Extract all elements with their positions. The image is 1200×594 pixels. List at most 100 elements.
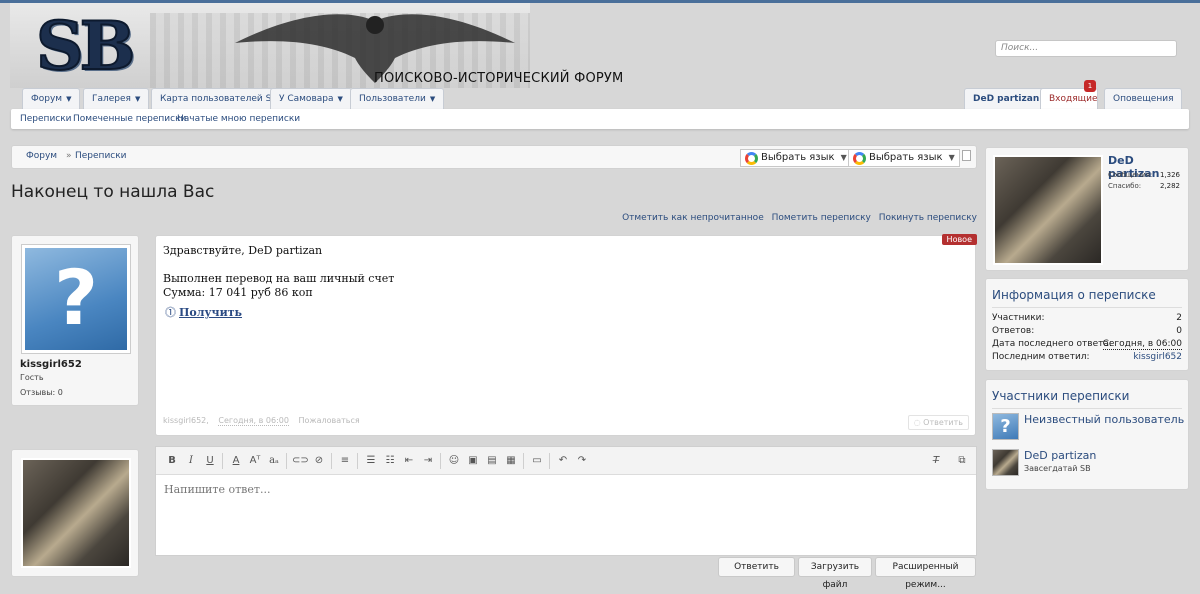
- conversation-info-heading: Информация о переписке: [992, 288, 1156, 302]
- upload-file-button[interactable]: Загрузить файл: [798, 557, 872, 590]
- info-label: Дата последнего ответа:: [992, 339, 1112, 349]
- reply-label: Ответить: [923, 418, 963, 427]
- avatar[interactable]: [993, 155, 1103, 265]
- tab-user-map[interactable]: Карта пользователей SB: [151, 88, 287, 109]
- toggle-bbcode-icon[interactable]: ⧉: [954, 453, 970, 469]
- info-row: Дата последнего ответа: Сегодня, в 06:00: [992, 339, 1182, 350]
- author-name[interactable]: kissgirl652: [20, 359, 82, 370]
- text-color-icon[interactable]: A: [228, 453, 244, 469]
- mark-unread-link[interactable]: Отметить как непрочитанное: [622, 213, 764, 223]
- subnav-starred[interactable]: Помеченные переписки: [73, 114, 186, 124]
- star-conversation-link[interactable]: Пометить переписку: [772, 213, 871, 223]
- chevron-down-icon: ▼: [66, 95, 72, 103]
- smiley-icon[interactable]: ☺: [446, 453, 462, 469]
- dropdown-arrow-icon: ▼: [948, 153, 955, 162]
- message-body: Здравствуйте, DeD partizan Выполнен пере…: [163, 244, 395, 299]
- subnav-started[interactable]: Начатые мною переписки: [177, 114, 300, 124]
- advanced-mode-button[interactable]: Расширенный режим...: [875, 557, 976, 590]
- link-icon: ⓵: [165, 306, 176, 319]
- participant-role: Завсегдатай SB: [1024, 464, 1091, 473]
- translate-select[interactable]: Выбрать язык ▼: [740, 149, 852, 167]
- reply-button[interactable]: ◌ Ответить: [907, 415, 969, 430]
- font-family-icon[interactable]: aₐ: [266, 453, 282, 469]
- unknown-user-icon: ?: [25, 248, 127, 350]
- conversation-actions: Отметить как непрочитанное Пометить пере…: [617, 213, 977, 223]
- image-icon[interactable]: ▣: [465, 453, 481, 469]
- participant-name[interactable]: Неизвестный пользователь: [1024, 413, 1184, 426]
- chevron-down-icon: ▼: [337, 95, 343, 103]
- new-badge: Новое: [941, 234, 977, 245]
- divider: [992, 408, 1182, 409]
- toolbar-divider: [286, 453, 287, 469]
- site-logo[interactable]: SB: [35, 6, 191, 86]
- search-input[interactable]: Поиск...: [995, 40, 1177, 57]
- info-value: Сегодня, в 06:00: [1102, 339, 1182, 350]
- receive-link[interactable]: ⓵ Получить: [165, 304, 242, 320]
- reply-input[interactable]: Напишите ответ...: [164, 483, 270, 496]
- font-size-icon[interactable]: Aᵀ: [247, 453, 263, 469]
- conversation-info-panel: Информация о переписке Участники: 2 Отве…: [985, 278, 1189, 371]
- meta-time[interactable]: Сегодня, в 06:00: [218, 416, 289, 426]
- italic-icon[interactable]: I: [183, 453, 199, 469]
- save-draft-icon[interactable]: ▭: [529, 453, 545, 469]
- media-icon[interactable]: ▤: [484, 453, 500, 469]
- meta-author[interactable]: kissgirl652,: [163, 416, 209, 425]
- underline-icon[interactable]: U: [202, 453, 218, 469]
- reply-editor: B I U A Aᵀ aₐ ⊂⊃ ⊘ ≡ ☰ ☷ ⇤ ⇥ ☺ ▣ ▤ ▦ ▭ ↶…: [155, 446, 977, 556]
- tab-samovar[interactable]: У Самовара ▼: [270, 88, 352, 109]
- message-content: Новое Здравствуйте, DeD partizan Выполне…: [155, 234, 977, 436]
- avatar: [992, 449, 1019, 476]
- tab-users[interactable]: Пользователи ▼: [350, 88, 445, 109]
- avatar[interactable]: ?: [21, 244, 131, 354]
- undo-icon[interactable]: ↶: [555, 453, 571, 469]
- site-title: ПОИСКОВО-ИСТОРИЧЕСКИЙ ФОРУМ: [374, 71, 624, 86]
- messages-value: 1,326: [1159, 171, 1180, 179]
- redo-icon[interactable]: ↷: [574, 453, 590, 469]
- numbered-list-icon[interactable]: ☷: [382, 453, 398, 469]
- google-icon: [745, 152, 758, 165]
- insert-icon[interactable]: ▦: [503, 453, 519, 469]
- report-link[interactable]: Пожаловаться: [299, 416, 360, 425]
- dropdown-arrow-icon: ▼: [840, 153, 847, 162]
- inbox-count-badge: 1: [1084, 80, 1096, 92]
- tab-forum[interactable]: Форум ▼: [22, 88, 81, 109]
- unlink-icon[interactable]: ⊘: [311, 453, 327, 469]
- submit-reply-button[interactable]: Ответить: [718, 557, 795, 577]
- tab-gallery[interactable]: Галерея ▼: [83, 88, 150, 109]
- toolbar-divider: [357, 453, 358, 469]
- avatar[interactable]: [21, 458, 131, 568]
- tab-label: DeD partizan: [973, 94, 1040, 104]
- link-icon[interactable]: ⊂⊃: [292, 453, 309, 469]
- translate-select[interactable]: Выбрать язык ▼: [848, 149, 960, 167]
- breadcrumb-conversations[interactable]: Переписки: [75, 151, 127, 161]
- toolbar-divider: [523, 453, 524, 469]
- align-icon[interactable]: ≡: [337, 453, 353, 469]
- bullet-list-icon[interactable]: ☰: [363, 453, 379, 469]
- outdent-icon[interactable]: ⇤: [401, 453, 417, 469]
- last-replier-link[interactable]: kissgirl652: [1133, 352, 1182, 362]
- toolbar-divider: [549, 453, 550, 469]
- tab-label: Входящие: [1049, 94, 1098, 104]
- toolbar-divider: [331, 453, 332, 469]
- info-row: Участники: 2: [992, 313, 1182, 323]
- thanks-value: 2,282: [1159, 182, 1180, 190]
- remove-format-icon[interactable]: T̶: [928, 453, 944, 469]
- indent-icon[interactable]: ⇥: [420, 453, 436, 469]
- tab-alerts[interactable]: Оповещения: [1104, 88, 1183, 109]
- bold-icon[interactable]: B: [164, 453, 180, 469]
- chevron-down-icon: ▼: [134, 95, 141, 103]
- toolbar-divider: [222, 453, 223, 469]
- message-meta: kissgirl652, Сегодня, в 06:00 Пожаловать…: [163, 416, 367, 426]
- subnav-conversations[interactable]: Переписки: [20, 114, 72, 124]
- editor-toolbar: B I U A Aᵀ aₐ ⊂⊃ ⊘ ≡ ☰ ☷ ⇤ ⇥ ☺ ▣ ▤ ▦ ▭ ↶…: [156, 447, 976, 475]
- participant-name[interactable]: DeD partizan: [1024, 449, 1096, 462]
- document-icon[interactable]: [962, 150, 971, 161]
- site-header: SB ПОИСКОВО-ИСТОРИЧЕСКИЙ ФОРУМ Поиск...: [0, 3, 1200, 88]
- breadcrumb-forum[interactable]: Форум: [26, 151, 57, 161]
- leave-conversation-link[interactable]: Покинуть переписку: [879, 213, 977, 223]
- current-user-card: [11, 449, 139, 577]
- toolbar-divider: [440, 453, 441, 469]
- participants-heading: Участники переписки: [992, 389, 1130, 403]
- divider: [992, 307, 1182, 308]
- tab-account[interactable]: DeD partizan: [964, 88, 1049, 109]
